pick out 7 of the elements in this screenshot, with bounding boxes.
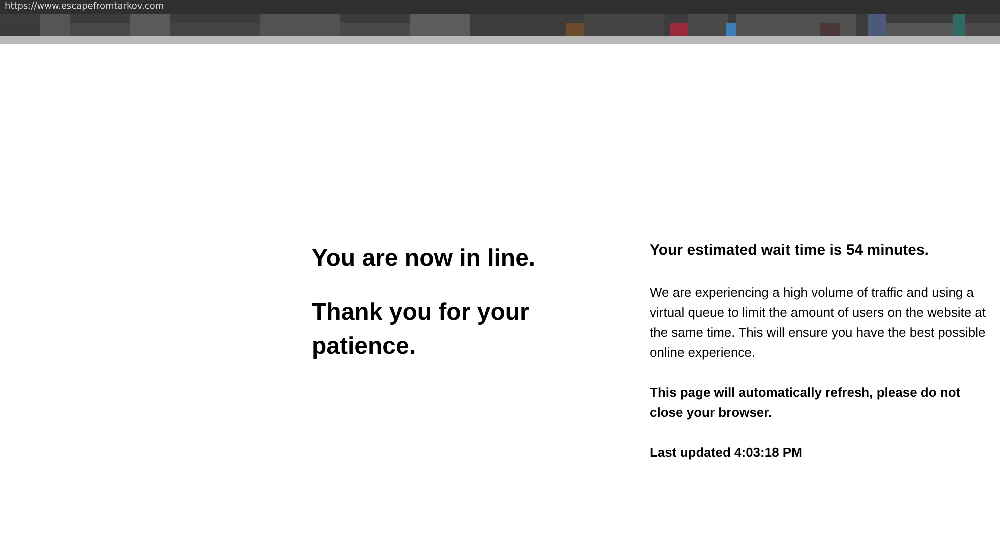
url-text: https://www.escapefromtarkov.com — [5, 2, 164, 12]
refresh-notice: This page will automatically refresh, please do not close your browser. — [650, 384, 962, 422]
last-updated-text: Last updated 4:03:18 PM — [650, 444, 804, 462]
wait-time-heading: Your estimated wait time is 54 minutes. — [650, 242, 930, 259]
heading: Thank you for your patience. — [312, 298, 530, 362]
heading: You are now in line. — [312, 244, 537, 274]
message-paragraph: We are experiencing a high volume of traffic and using a virtual queue to limit the amount of users on the website at the same time. This will ensure you have the best possible online experience. — [650, 284, 988, 362]
